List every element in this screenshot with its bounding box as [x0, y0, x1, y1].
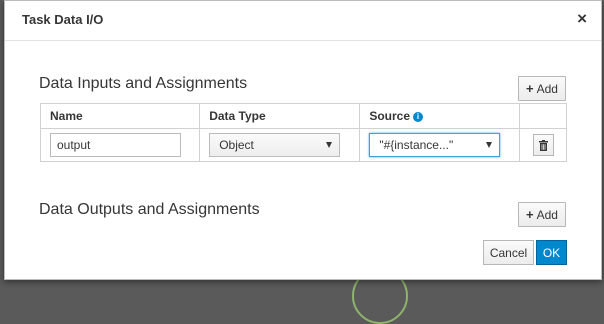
source-value: "#{instance..." [379, 138, 454, 152]
source-header-label: Source [369, 109, 411, 123]
outputs-section-title: Data Outputs and Assignments [39, 201, 260, 218]
data-type-select[interactable]: Object [209, 133, 341, 157]
trash-icon [538, 139, 548, 151]
data-type-cell: Object [199, 128, 361, 162]
caret-down-icon [486, 142, 493, 148]
caret-down-icon [326, 142, 333, 148]
table-header-row: Name Data Type Source i [39, 103, 568, 129]
column-header-actions [518, 103, 568, 129]
add-output-label: Add [536, 207, 558, 222]
dialog-header: Task Data I/O × [5, 1, 601, 41]
plus-icon: + [526, 207, 534, 222]
info-icon[interactable]: i [413, 111, 424, 122]
add-input-button[interactable]: + Add [518, 76, 566, 101]
column-header-data-type: Data Type [199, 103, 361, 129]
name-cell [39, 128, 201, 162]
delete-row-button[interactable] [532, 134, 554, 156]
table-row: Object "#{instance..." [39, 128, 568, 162]
add-input-label: Add [536, 81, 558, 96]
plus-icon: + [526, 81, 534, 96]
add-output-button[interactable]: + Add [518, 202, 566, 227]
task-data-io-dialog: Task Data I/O × Data Inputs and Assignme… [4, 0, 602, 280]
source-cell: "#{instance..." [359, 128, 520, 162]
actions-cell [518, 128, 568, 162]
inputs-table: Name Data Type Sourcei Object [39, 103, 568, 162]
inputs-section-title: Data Inputs and Assignments [39, 75, 248, 92]
source-select[interactable]: "#{instance..." [369, 133, 501, 157]
data-type-value: Object [219, 138, 254, 152]
ok-button[interactable]: OK [536, 240, 567, 265]
close-icon[interactable]: × [577, 10, 587, 27]
column-header-source: Source i [359, 103, 520, 129]
column-header-name: Name [39, 103, 201, 129]
cancel-button[interactable]: Cancel [483, 240, 534, 265]
dialog-title: Task Data I/O [22, 12, 104, 27]
name-input[interactable] [50, 133, 181, 157]
